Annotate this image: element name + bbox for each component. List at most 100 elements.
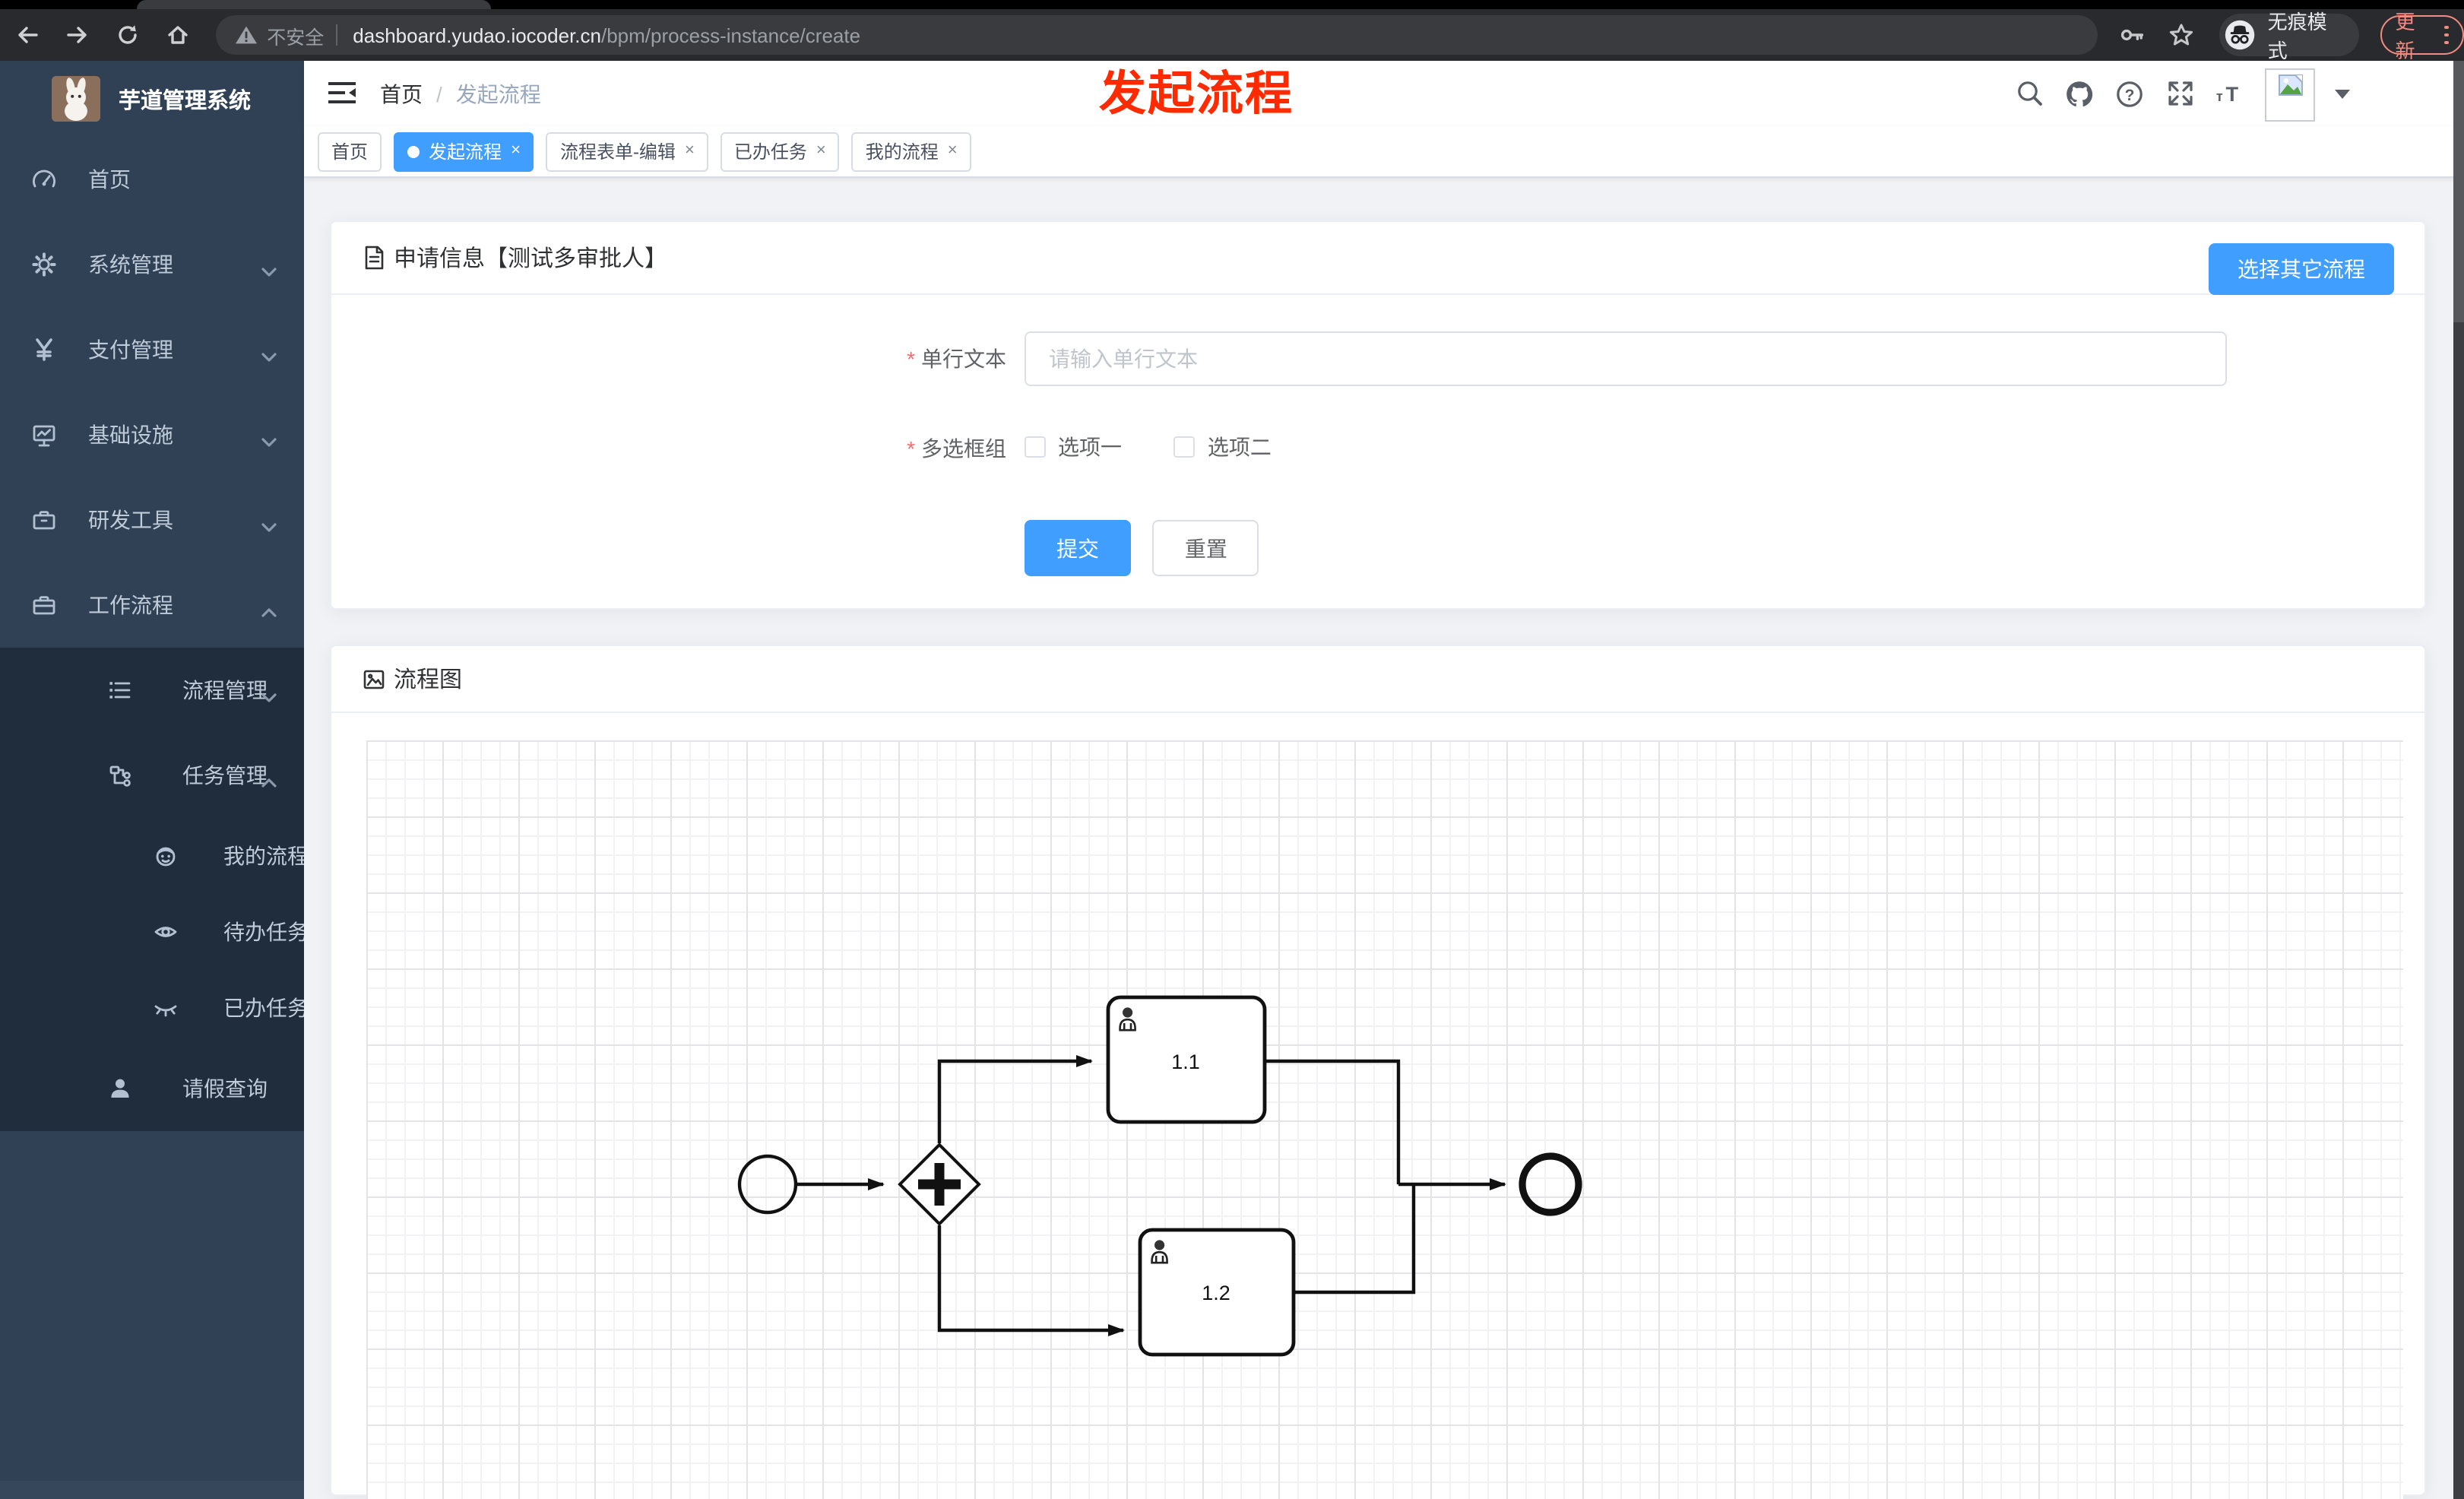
eye-closed-icon xyxy=(152,994,179,1022)
avatar[interactable] xyxy=(2265,68,2315,122)
screen: 不安全 dashboard.yudao.iocoder.cn/bpm/proce… xyxy=(0,0,2464,1499)
chevron-down-icon xyxy=(261,514,277,538)
submit-button[interactable]: 提交 xyxy=(1025,520,1131,576)
tab-label: 已办任务 xyxy=(733,141,807,163)
sidebar-item-home[interactable]: 首页 xyxy=(0,137,304,222)
close-icon[interactable] xyxy=(816,143,826,160)
help-icon[interactable]: ? xyxy=(2114,78,2145,109)
checkbox-group-row: 多选框组 选项一 选项二 xyxy=(331,432,2227,465)
fullscreen-icon[interactable] xyxy=(2165,78,2195,109)
select-other-process-button[interactable]: 选择其它流程 xyxy=(2209,243,2394,295)
sidebar-item-process-mgmt[interactable]: 流程管理 xyxy=(0,648,304,733)
tab-home[interactable]: 首页 xyxy=(318,132,382,171)
picture-icon xyxy=(362,666,388,692)
url-host[interactable]: dashboard.yudao.iocoder.cn xyxy=(353,24,601,46)
tags-view: 首页 发起流程 流程表单-编辑 已办任务 我的流程 xyxy=(304,126,2464,178)
active-dot-icon xyxy=(407,145,420,157)
tab-label: 流程表单-编辑 xyxy=(559,141,676,163)
sidebar-item-payment[interactable]: 支付管理 xyxy=(0,307,304,392)
sidebar-item-label: 研发工具 xyxy=(88,508,173,532)
sidebar-item-label: 流程管理 xyxy=(182,678,268,702)
sidebar-item-label: 基础设施 xyxy=(88,423,173,447)
sidebar-item-label: 任务管理 xyxy=(182,763,268,788)
sidebar: 芋道管理系统 首页 系统管理 支付管理 基础设施 研发工具 工作流程 流程管理 … xyxy=(0,61,304,1499)
app-logo-row[interactable]: 芋道管理系统 xyxy=(0,61,304,137)
breadcrumb-separator: / xyxy=(436,81,442,106)
single-line-text-input[interactable] xyxy=(1025,331,2227,386)
checkbox-group-label: 多选框组 xyxy=(331,433,1025,464)
sidebar-item-system[interactable]: 系统管理 xyxy=(0,222,304,307)
sidebar-item-dev-tools[interactable]: 研发工具 xyxy=(0,477,304,563)
flow-diagram-card: 流程图 1.1 1.2 xyxy=(330,645,2426,1499)
github-icon[interactable] xyxy=(2064,78,2095,109)
dashboard-icon xyxy=(30,166,58,193)
sidebar-item-label: 待办任务 xyxy=(223,920,304,944)
checkbox-option-1[interactable]: 选项一 xyxy=(1025,432,1122,462)
browser-tab[interactable] xyxy=(137,0,491,9)
sidebar-item-my-process[interactable]: 我的流程 xyxy=(0,818,304,894)
bpmn-canvas[interactable]: 1.1 1.2 xyxy=(366,740,2403,1499)
breadcrumb: 首页 / 发起流程 xyxy=(380,61,541,126)
tab-start-process[interactable]: 发起流程 xyxy=(394,132,534,171)
bpmn-flow-task1-join xyxy=(1265,1059,1401,1184)
apply-info-header: 申请信息【测试多审批人】 选择其它流程 xyxy=(331,222,2424,295)
checkbox-icon[interactable] xyxy=(1025,436,1046,458)
text-field-label: 单行文本 xyxy=(331,344,1025,374)
forward-icon[interactable] xyxy=(56,15,100,55)
reset-button[interactable]: 重置 xyxy=(1152,520,1259,576)
close-icon[interactable] xyxy=(685,143,695,160)
font-size-icon[interactable]: тT xyxy=(2215,78,2245,109)
password-key-icon[interactable] xyxy=(2118,21,2146,49)
workflow-submenu: 流程管理 任务管理 我的流程 待办任务 已办任务 请假查询 xyxy=(0,648,304,1131)
url-bar[interactable]: 不安全 dashboard.yudao.iocoder.cn/bpm/proce… xyxy=(215,15,2098,55)
bpmn-flow-task2-join xyxy=(1294,1186,1416,1295)
sidebar-item-leave-query[interactable]: 请假查询 xyxy=(0,1046,304,1131)
close-icon[interactable] xyxy=(948,143,958,160)
browser-menu-icon[interactable] xyxy=(2444,25,2449,45)
sidebar-item-done-tasks[interactable]: 已办任务 xyxy=(0,970,304,1046)
tab-label: 首页 xyxy=(331,141,369,163)
incognito-badge: 无痕模式 xyxy=(2219,11,2359,62)
scrollbar-thumb[interactable] xyxy=(2453,61,2464,322)
home-icon[interactable] xyxy=(156,15,200,55)
svg-text:?: ? xyxy=(2125,86,2135,103)
checkbox-option-2[interactable]: 选项二 xyxy=(1173,432,1272,462)
checkbox-label: 选项二 xyxy=(1207,435,1272,459)
back-icon[interactable] xyxy=(6,15,50,55)
text-field-row: 单行文本 xyxy=(331,331,2227,386)
yen-icon xyxy=(30,336,58,363)
chevron-up-icon xyxy=(261,599,277,623)
tab-label: 我的流程 xyxy=(865,141,939,163)
monitor-icon xyxy=(30,421,58,448)
bpmn-end-event xyxy=(1519,1152,1582,1216)
sidebar-item-todo-tasks[interactable]: 待办任务 xyxy=(0,894,304,970)
bpmn-diagram: 1.1 1.2 xyxy=(737,995,1582,1357)
refresh-icon[interactable] xyxy=(106,15,150,55)
tab-label: 发起流程 xyxy=(429,141,502,163)
page-scrollbar[interactable] xyxy=(2453,61,2464,1499)
sidebar-item-label: 已办任务 xyxy=(223,996,304,1020)
browser-update-button[interactable]: 更新 xyxy=(2380,11,2464,62)
collapse-sidebar-icon[interactable] xyxy=(325,78,359,108)
search-icon[interactable] xyxy=(2014,78,2044,109)
sidebar-item-task-mgmt[interactable]: 任务管理 xyxy=(0,733,304,818)
chevron-down-icon xyxy=(261,684,277,708)
close-icon[interactable] xyxy=(511,143,521,160)
sidebar-item-label: 请假查询 xyxy=(182,1076,268,1101)
sidebar-item-label: 支付管理 xyxy=(88,338,173,362)
eye-icon xyxy=(152,918,179,946)
avatar-caret-icon[interactable] xyxy=(2335,89,2350,98)
not-secure-warning-icon xyxy=(235,26,257,44)
face-icon xyxy=(152,842,179,870)
checkbox-icon[interactable] xyxy=(1173,436,1196,458)
breadcrumb-home[interactable]: 首页 xyxy=(380,78,423,109)
tab-done-tasks[interactable]: 已办任务 xyxy=(720,132,840,171)
tab-form-edit[interactable]: 流程表单-编辑 xyxy=(546,132,708,171)
sidebar-item-infrastructure[interactable]: 基础设施 xyxy=(0,392,304,477)
bookmark-star-icon[interactable] xyxy=(2167,21,2194,49)
url-path[interactable]: /bpm/process-instance/create xyxy=(601,24,860,46)
tab-my-process[interactable]: 我的流程 xyxy=(851,132,971,171)
security-label[interactable]: 不安全 xyxy=(267,21,324,49)
sidebar-item-workflow[interactable]: 工作流程 xyxy=(0,563,304,648)
incognito-label: 无痕模式 xyxy=(2267,11,2327,62)
